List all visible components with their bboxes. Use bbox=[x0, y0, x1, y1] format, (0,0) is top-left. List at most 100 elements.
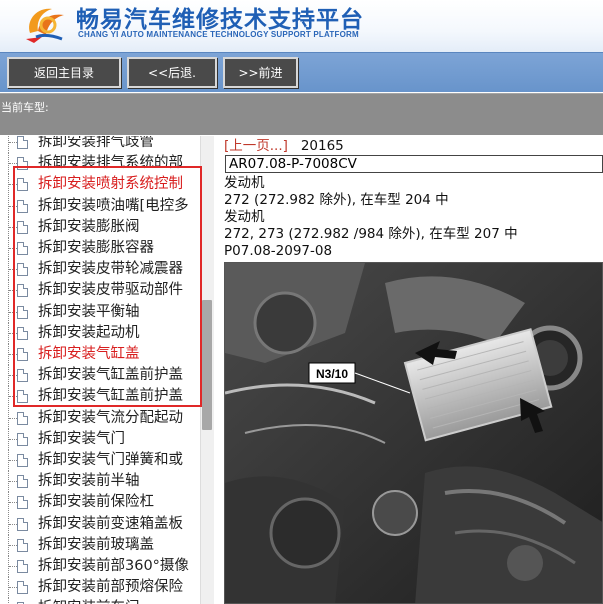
tree-item-label: 拆卸安装起动机 bbox=[38, 324, 140, 341]
engine-applicability-1: 272 (272.982 除外), 在车型 204 中 bbox=[224, 192, 449, 208]
tree-connector bbox=[8, 365, 17, 387]
forward-button[interactable]: >>前进 bbox=[223, 57, 298, 88]
tree-item-label: 拆卸安装前部预熔保险 bbox=[38, 579, 183, 596]
tree-connector bbox=[8, 344, 17, 365]
tree-item[interactable]: 拆卸安装前部360°摄像 bbox=[0, 556, 200, 577]
tree-item[interactable]: 拆卸安装前保险杠 bbox=[0, 492, 200, 514]
tree-item[interactable]: 拆卸安装皮带驱动部件 bbox=[0, 280, 200, 302]
tree-connector bbox=[8, 534, 17, 556]
document-icon bbox=[17, 136, 28, 149]
car-type-label: 当前车型: bbox=[1, 101, 49, 114]
logo-icon bbox=[26, 8, 64, 43]
document-icon bbox=[17, 560, 28, 573]
home-button[interactable]: 返回主目录 bbox=[7, 57, 121, 88]
car-type-bar: 当前车型: bbox=[0, 93, 603, 135]
tree-item[interactable]: 拆卸安装前车门 bbox=[0, 598, 200, 604]
tree-item[interactable]: 拆卸安装前部预熔保险 bbox=[0, 577, 200, 599]
document-icon bbox=[17, 305, 28, 319]
tree-item[interactable]: 拆卸安装气流分配起动 bbox=[0, 407, 200, 429]
document-icon bbox=[17, 517, 28, 531]
tree-item-label: 拆卸安装喷油嘴[电控多 bbox=[38, 197, 189, 214]
tree-connector bbox=[8, 407, 17, 429]
tree-item[interactable]: 拆卸安装起动机 bbox=[0, 322, 200, 344]
tree-item-label: 拆卸安装平衡轴 bbox=[38, 303, 140, 320]
tree-item-label: 拆卸安装排气系统的部 bbox=[38, 155, 183, 172]
tree-item-label: 拆卸安装气缸盖 bbox=[38, 346, 140, 362]
tree-item-label: 拆卸安装前车门 bbox=[38, 598, 140, 604]
tree-item[interactable]: 拆卸安装平衡轴 bbox=[0, 301, 200, 323]
tree-item[interactable]: 拆卸安装膨胀阀 bbox=[0, 216, 200, 238]
engine-applicability-2: 272, 273 (272.982 /984 除外), 在车型 207 中 bbox=[224, 226, 518, 242]
document-code: AR07.08-P-7008CV bbox=[225, 155, 603, 173]
engine-photo: N3/10 bbox=[224, 262, 603, 604]
tree-item-label: 拆卸安装排气歧管 bbox=[38, 136, 154, 150]
back-button[interactable]: <<后退. bbox=[127, 57, 217, 88]
engine-heading-1: 发动机 bbox=[224, 175, 265, 191]
app-header: 畅易汽车维修技术支持平台 CHANG YI AUTO MAINTENANCE T… bbox=[0, 0, 603, 52]
tree-item[interactable]: 拆卸安装排气歧管 bbox=[0, 136, 200, 153]
app-subtitle: CHANG YI AUTO MAINTENANCE TECHNOLOGY SUP… bbox=[78, 30, 359, 39]
tree-connector bbox=[8, 280, 17, 302]
page-number: 20165 bbox=[300, 138, 344, 154]
document-icon bbox=[17, 411, 28, 425]
tree-connector bbox=[8, 259, 17, 281]
tree-item-label: 拆卸安装前保险杠 bbox=[38, 494, 154, 511]
tree-item-label: 拆卸安装皮带轮减震器 bbox=[38, 261, 183, 278]
tree-connector bbox=[8, 386, 17, 408]
document-icon bbox=[17, 220, 28, 234]
tree-item[interactable]: 拆卸安装喷射系统控制 bbox=[0, 174, 200, 196]
tree-item[interactable]: 拆卸安装皮带轮减震器 bbox=[0, 259, 200, 281]
tree-item-label: 拆卸安装喷射系统控制 bbox=[38, 176, 183, 193]
tree-item[interactable]: 拆卸安装气缸盖 bbox=[0, 344, 200, 365]
tree-connector bbox=[8, 136, 17, 153]
document-icon bbox=[17, 178, 28, 192]
tree-item-label: 拆卸安装气门弹簧和或 bbox=[38, 452, 183, 468]
tree-item[interactable]: 拆卸安装喷油嘴[电控多 bbox=[0, 195, 200, 217]
tree-connector bbox=[8, 428, 17, 450]
document-icon bbox=[17, 326, 28, 340]
tree-item[interactable]: 拆卸安装前半轴 bbox=[0, 471, 200, 493]
tree-item-label: 拆卸安装前变速箱盖板 bbox=[38, 515, 183, 532]
tree-item-label: 拆卸安装皮带驱动部件 bbox=[38, 282, 183, 299]
app-title: 畅易汽车维修技术支持平台 bbox=[76, 7, 364, 33]
document-icon bbox=[17, 432, 28, 446]
tree-connector bbox=[8, 513, 17, 535]
procedure-tree: 拆卸安装排气歧管 拆卸安装排气系统的部 拆卸安装喷射系统控制 拆卸安装喷油嘴[电控多拆… bbox=[0, 136, 214, 604]
document-icon bbox=[17, 496, 28, 510]
figure-code: P07.08-2097-08 bbox=[224, 243, 333, 259]
tree-scrollbar-thumb[interactable] bbox=[202, 300, 212, 430]
tree-item-label: 拆卸安装前部360°摄像 bbox=[38, 558, 189, 574]
document-icon bbox=[17, 475, 28, 489]
document-icon bbox=[17, 199, 28, 213]
document-icon bbox=[17, 157, 28, 171]
tree-item[interactable]: 拆卸安装气缸盖前护盖 bbox=[0, 365, 200, 387]
tree-connector bbox=[8, 322, 17, 344]
document-icon bbox=[17, 369, 28, 383]
tree-connector bbox=[8, 195, 17, 217]
tree-item[interactable]: 拆卸安装气门 bbox=[0, 428, 200, 450]
tree-connector bbox=[8, 301, 17, 323]
tree-item[interactable]: 拆卸安装气门弹簧和或 bbox=[0, 450, 200, 471]
tree-item-label: 拆卸安装前半轴 bbox=[38, 473, 140, 490]
previous-page-link[interactable]: [上一页...] bbox=[224, 138, 288, 154]
tree-connector bbox=[8, 598, 15, 604]
tree-item[interactable]: 拆卸安装前玻璃盖 bbox=[0, 534, 200, 556]
tree-connector bbox=[8, 153, 17, 175]
document-icon bbox=[17, 242, 28, 255]
tree-connector bbox=[8, 238, 17, 259]
document-icon bbox=[17, 454, 28, 467]
pager-line: [上一页...] 20165 bbox=[224, 138, 344, 155]
tree-connector bbox=[8, 556, 17, 577]
engine-heading-2: 发动机 bbox=[224, 209, 265, 225]
engine-bay-image: N3/10 bbox=[225, 263, 602, 603]
tree-connector bbox=[8, 471, 17, 493]
tree-item[interactable]: 拆卸安装膨胀容器 bbox=[0, 238, 200, 259]
tree-item[interactable]: 拆卸安装排气系统的部 bbox=[0, 153, 200, 175]
tree-item[interactable]: 拆卸安装前变速箱盖板 bbox=[0, 513, 200, 535]
document-icon bbox=[17, 538, 28, 552]
document-icon bbox=[17, 348, 28, 361]
tree-item[interactable]: 拆卸安装气缸盖前护盖 bbox=[0, 386, 200, 408]
tree-item-label: 拆卸安装气缸盖前护盖 bbox=[38, 388, 183, 405]
tree-item-label: 拆卸安装气缸盖前护盖 bbox=[38, 367, 183, 384]
document-icon bbox=[17, 390, 28, 404]
